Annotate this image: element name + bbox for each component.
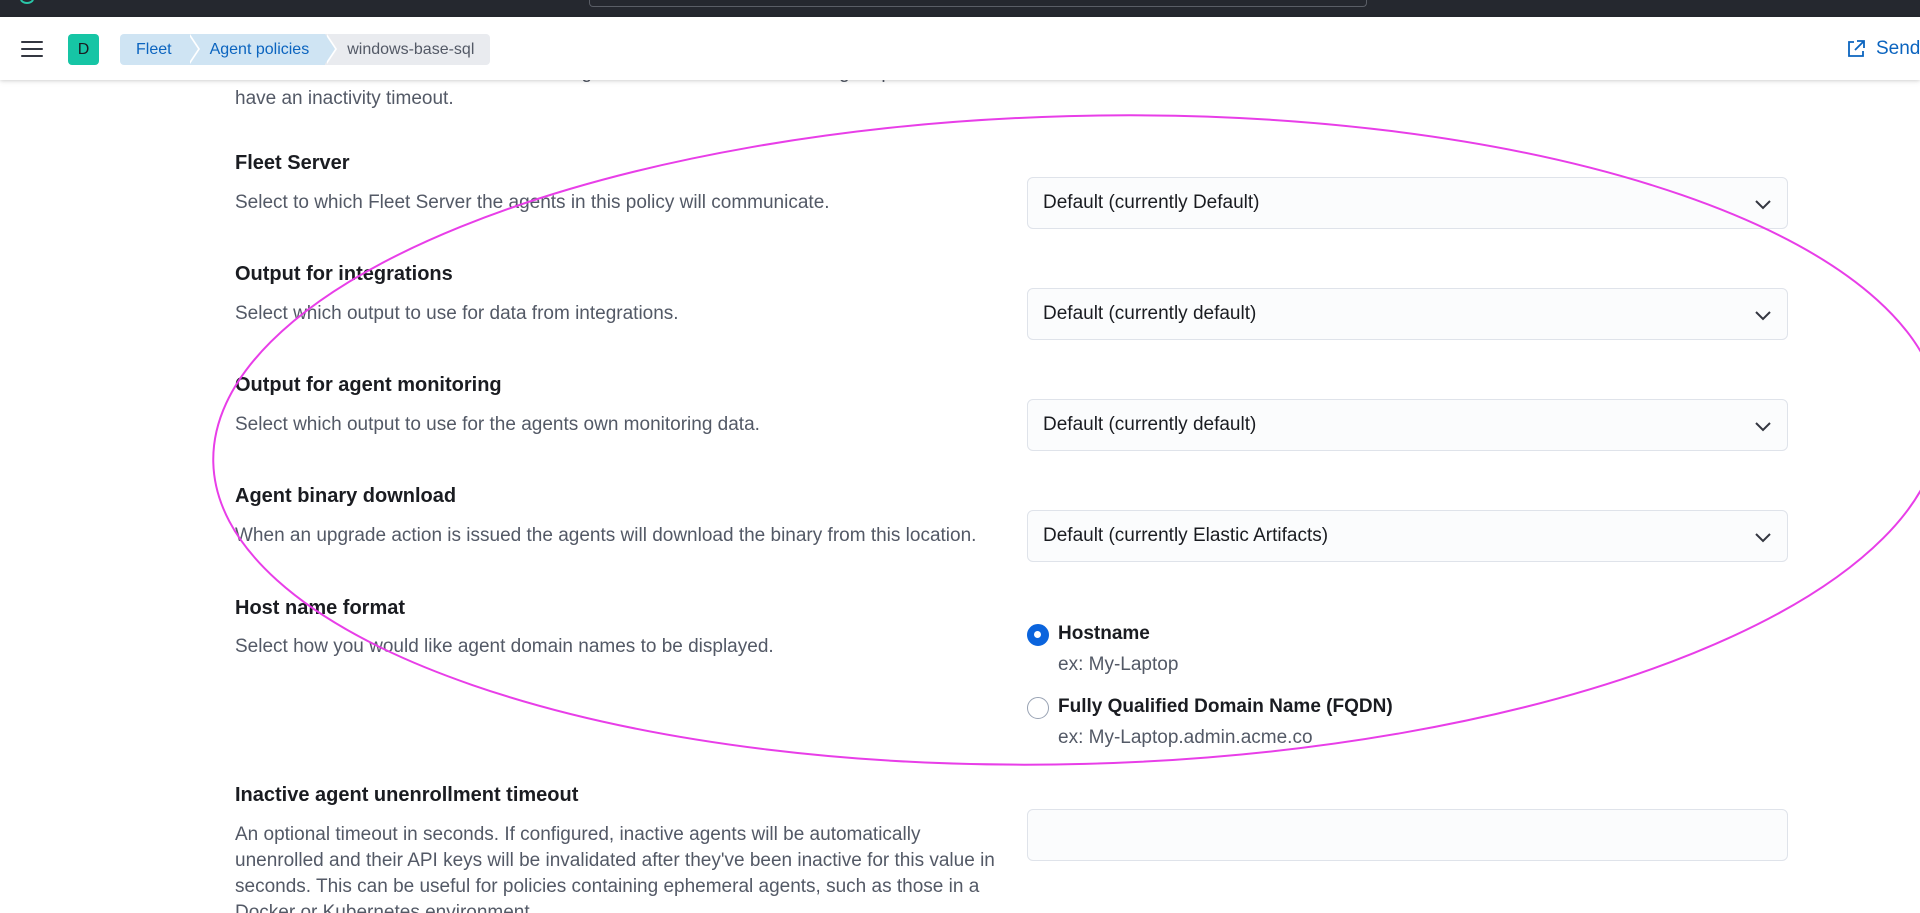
elastic-logo-icon[interactable] [20,0,34,4]
binary-download-title: Agent binary download [235,485,457,507]
binary-download-select-value: Default (currently Elastic Artifacts) [1043,525,1329,546]
fleet-server-select[interactable]: Default (currently Default) [1027,177,1788,229]
binary-download-select[interactable]: Default (currently Elastic Artifacts) [1027,510,1788,562]
space-avatar[interactable]: D [68,34,99,65]
output-integrations-description: Select which output to use for data from… [235,303,679,324]
fleet-server-title: Fleet Server [235,152,350,174]
fleet-server-description: Select to which Fleet Server the agents … [235,192,830,213]
fleet-server-select-value: Default (currently Default) [1043,192,1260,213]
chevron-down-icon [1755,311,1771,321]
output-monitoring-description: Select which output to use for the agent… [235,414,760,435]
menu-icon[interactable] [21,41,43,57]
output-integrations-select-value: Default (currently default) [1043,303,1257,324]
hostname-radio-label: Hostname [1058,623,1150,644]
chevron-down-icon [1755,422,1771,432]
fqdn-radio-hint: ex: My-Laptop.admin.acme.co [1058,727,1313,748]
host-name-format-title: Host name format [235,597,406,619]
breadcrumb-current-policy: windows-base-sql [325,34,491,65]
send-data-link[interactable]: Send [1846,38,1920,60]
hostname-radio-hint: ex: My-Laptop [1058,654,1179,675]
output-monitoring-select-value: Default (currently default) [1043,414,1257,435]
app-header: D Fleet Agent policies windows-base-sql … [0,17,1920,80]
breadcrumb-fleet[interactable]: Fleet [120,34,200,65]
hostname-radio[interactable] [1027,624,1049,646]
fqdn-radio-option[interactable]: Fully Qualified Domain Name (FQDN) ex: M… [1027,695,1393,750]
output-integrations-select[interactable]: Default (currently default) [1027,288,1788,340]
external-link-icon [1848,40,1865,57]
hostname-radio-option[interactable]: Hostname ex: My-Laptop [1027,622,1178,677]
send-link-label: Send [1876,38,1920,59]
chevron-down-icon [1755,200,1771,210]
global-search-input[interactable] [589,0,1367,7]
policy-settings-form: inactive status and be filtered out of t… [0,80,1920,913]
inactivity-timeout-description: inactive status and be filtered out of t… [235,80,981,109]
unenrollment-timeout-title: Inactive agent unenrollment timeout [235,784,579,806]
unenrollment-timeout-input[interactable] [1027,809,1788,861]
output-monitoring-select[interactable]: Default (currently default) [1027,399,1788,451]
binary-download-description: When an upgrade action is issued the age… [235,525,977,546]
output-monitoring-title: Output for agent monitoring [235,374,502,396]
chevron-down-icon [1755,533,1771,543]
fqdn-radio[interactable] [1027,697,1049,719]
output-integrations-title: Output for integrations [235,263,453,285]
host-name-format-description: Select how you would like agent domain n… [235,636,774,657]
breadcrumb-agent-policies[interactable]: Agent policies [187,34,337,65]
fqdn-radio-label: Fully Qualified Domain Name (FQDN) [1058,696,1393,717]
breadcrumb: Fleet Agent policies windows-base-sql [120,34,491,65]
top-bar [0,0,1920,17]
unenrollment-timeout-description: An optional timeout in seconds. If confi… [235,824,995,913]
